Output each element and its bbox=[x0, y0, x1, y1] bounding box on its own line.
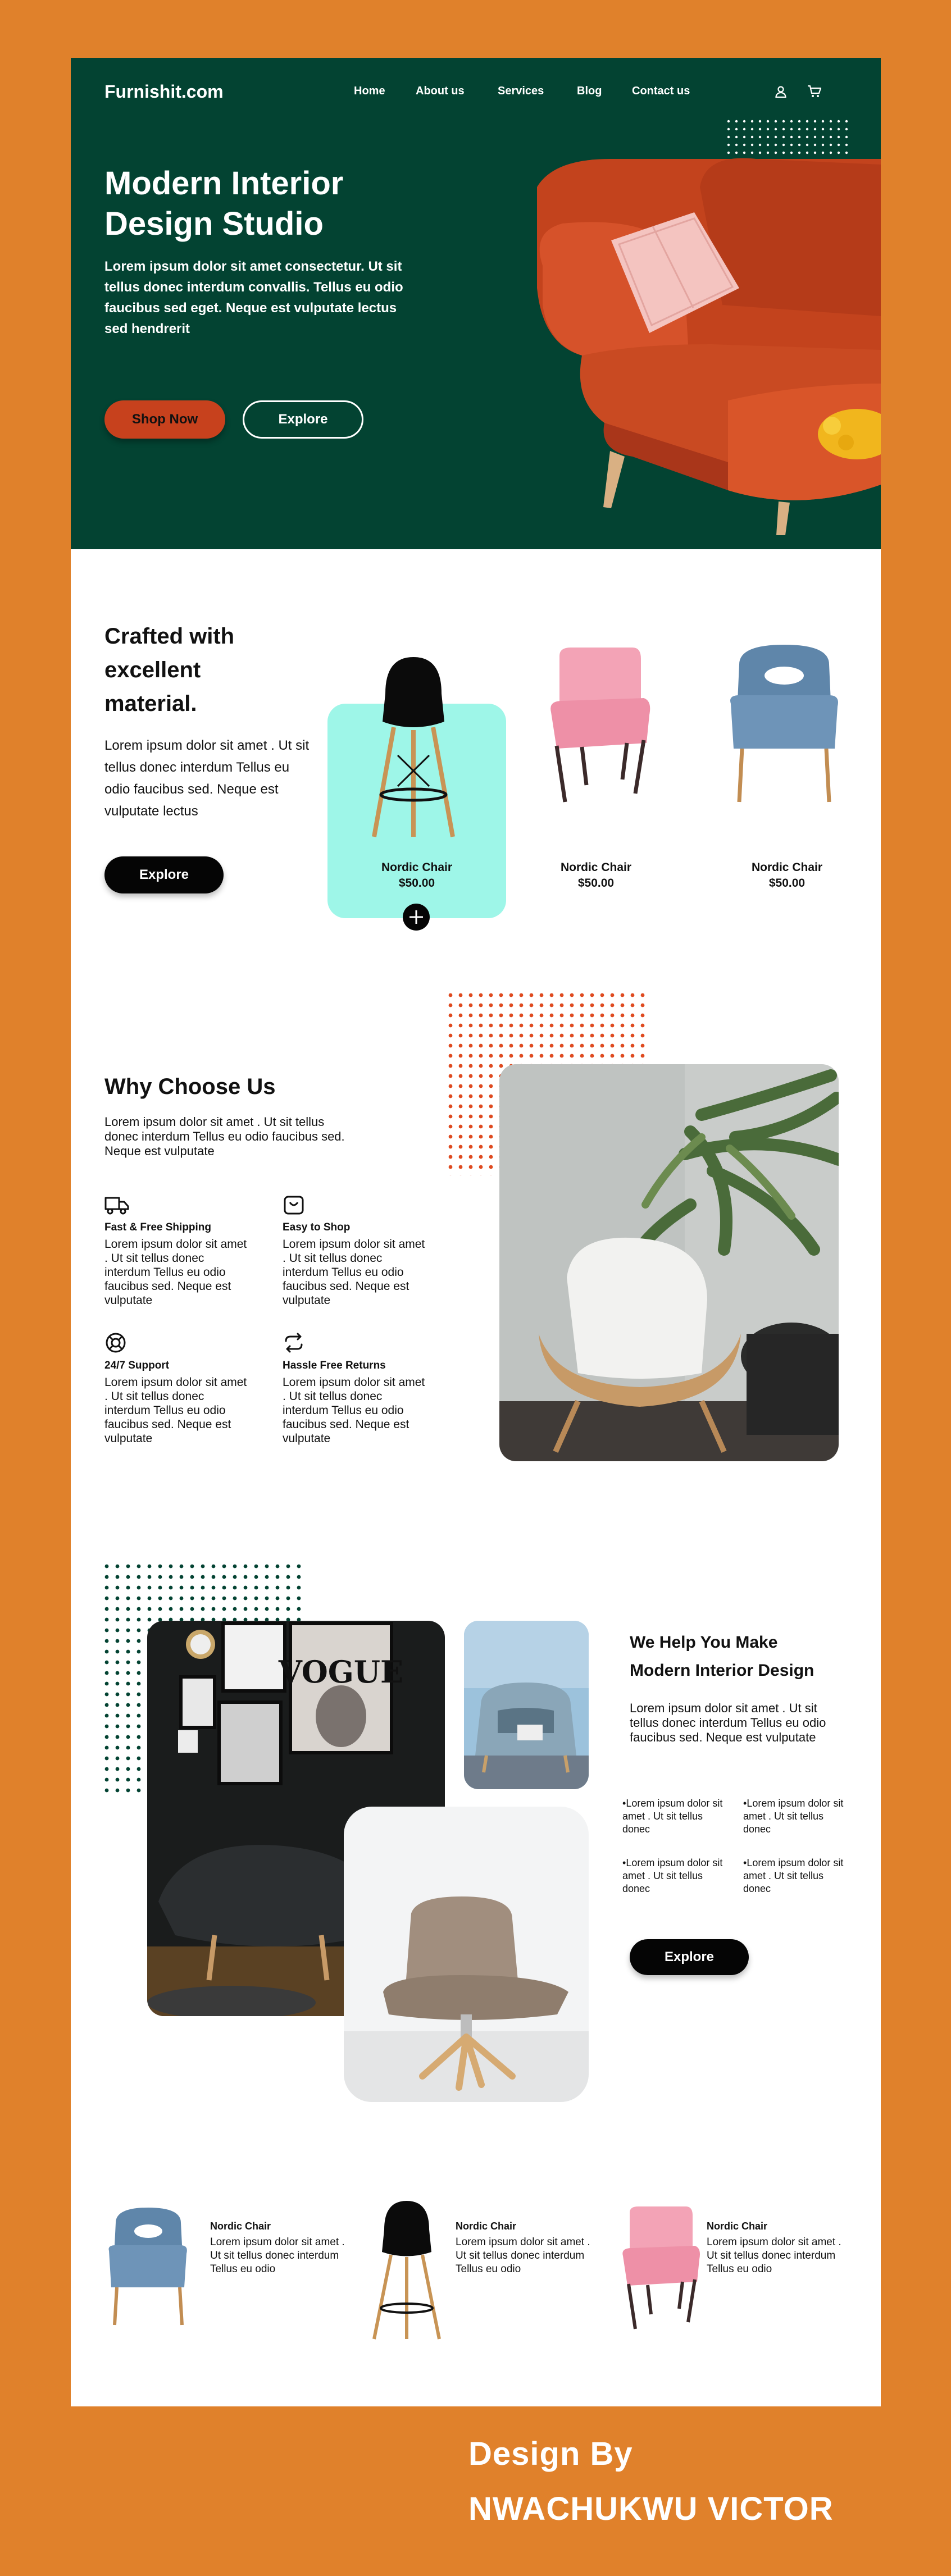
product-image bbox=[622, 2206, 700, 2329]
nav-home[interactable]: Home bbox=[354, 85, 385, 98]
shop-now-button[interactable]: Shop Now bbox=[104, 400, 225, 439]
list-item: •Lorem ipsum dolor sit amet . Ut sit tel… bbox=[743, 1857, 844, 1894]
cart-icon[interactable] bbox=[807, 84, 822, 99]
help-text: Lorem ipsum dolor sit amet . Ut sit tell… bbox=[630, 1701, 826, 1744]
beige-chair-photo bbox=[344, 1807, 589, 2102]
product-image bbox=[550, 648, 650, 803]
help-title: We Help You Make Modern Interior Design bbox=[630, 1633, 815, 1680]
product-name: Nordic Chair bbox=[751, 861, 823, 874]
crafted-title: Crafted with excellent material. bbox=[104, 624, 235, 716]
list-item: •Lorem ipsum dolor sit amet . Ut sit tel… bbox=[743, 1798, 844, 1835]
landing-page: Furnishit.com Home About us Services Blo… bbox=[71, 58, 881, 2406]
feature-title: Fast & Free Shipping bbox=[104, 1221, 212, 1233]
feature-title: 24/7 Support bbox=[104, 1360, 170, 1371]
product-text: Lorem ipsum dolor sit amet . Ut sit tell… bbox=[456, 2236, 590, 2275]
support-icon bbox=[106, 1333, 126, 1353]
feature-text: Lorem ipsum dolor sit amet . Ut sit tell… bbox=[283, 1376, 425, 1445]
why-text: Lorem ipsum dolor sit amet . Ut sit tell… bbox=[104, 1115, 345, 1158]
feature-title: Easy to Shop bbox=[283, 1221, 351, 1233]
product-image bbox=[108, 2208, 187, 2326]
product-price: $50.00 bbox=[768, 877, 806, 890]
brand-logo[interactable]: Furnishit.com bbox=[104, 81, 224, 102]
feature-text: Lorem ipsum dolor sit amet . Ut sit tell… bbox=[104, 1238, 247, 1307]
product-name: Nordic Chair bbox=[210, 2221, 271, 2232]
product-name: Nordic Chair bbox=[707, 2221, 768, 2232]
plus-circle-icon[interactable] bbox=[402, 902, 431, 932]
user-icon[interactable] bbox=[774, 85, 788, 98]
nav-blog[interactable]: Blog bbox=[577, 85, 602, 98]
crafted-explore-button[interactable]: Explore bbox=[104, 856, 224, 893]
feature-title: Hassle Free Returns bbox=[283, 1360, 386, 1371]
feature-text: Lorem ipsum dolor sit amet . Ut sit tell… bbox=[283, 1238, 425, 1307]
credit-line-2: NWACHUKWU VICTOR bbox=[468, 2491, 834, 2527]
hero-description: Lorem ipsum dolor sit amet consectetur. … bbox=[104, 259, 403, 336]
product-price: $50.00 bbox=[398, 877, 435, 890]
interior-chair-photo bbox=[499, 1064, 839, 1461]
why-title: Why Choose Us bbox=[104, 1074, 276, 1099]
help-explore-button[interactable]: Explore bbox=[630, 1939, 749, 1975]
product-name: Nordic Chair bbox=[560, 861, 632, 874]
product-image bbox=[730, 645, 838, 803]
product-text: Lorem ipsum dolor sit amet . Ut sit tell… bbox=[210, 2236, 345, 2275]
crafted-text: Lorem ipsum dolor sit amet . Ut sit tell… bbox=[104, 738, 310, 819]
product-name: Nordic Chair bbox=[456, 2221, 517, 2232]
hero-title: Modern Interior Design Studio bbox=[104, 165, 344, 242]
nav-services[interactable]: Services bbox=[498, 85, 544, 98]
nav-contact-us[interactable]: Contact us bbox=[632, 85, 690, 98]
hero-section: Furnishit.com Home About us Services Blo… bbox=[71, 58, 881, 549]
truck-icon bbox=[104, 1197, 129, 1215]
product-text: Lorem ipsum dolor sit amet . Ut sit tell… bbox=[707, 2236, 841, 2275]
product-price: $50.00 bbox=[577, 877, 615, 890]
list-item: •Lorem ipsum dolor sit amet . Ut sit tel… bbox=[622, 1857, 723, 1894]
returns-icon bbox=[285, 1333, 303, 1353]
list-item: •Lorem ipsum dolor sit amet . Ut sit tel… bbox=[622, 1798, 723, 1835]
feature-text: Lorem ipsum dolor sit amet . Ut sit tell… bbox=[104, 1376, 247, 1445]
product-image bbox=[372, 2201, 441, 2340]
sofa-image bbox=[537, 158, 881, 535]
hero-explore-button[interactable]: Explore bbox=[243, 400, 363, 439]
poster-text: VOGUE bbox=[278, 1654, 403, 1690]
nav-about-us[interactable]: About us bbox=[416, 85, 465, 98]
bag-icon bbox=[284, 1196, 304, 1215]
armchair-photo bbox=[464, 1621, 589, 1789]
product-name: Nordic Chair bbox=[381, 861, 453, 874]
product-image bbox=[372, 657, 455, 837]
credit-line-1: Design By bbox=[468, 2436, 633, 2472]
